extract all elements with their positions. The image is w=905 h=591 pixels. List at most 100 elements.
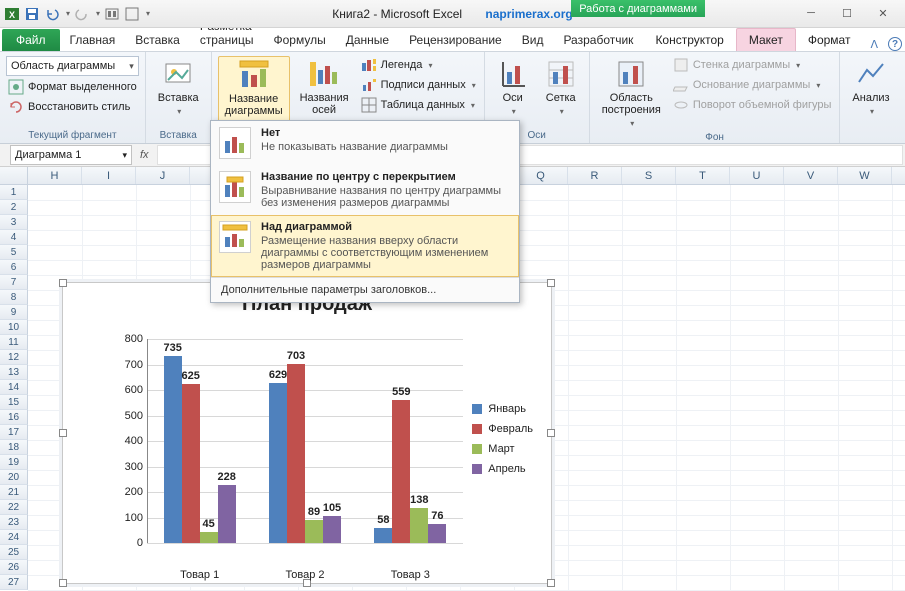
column-header[interactable]: J [136, 167, 190, 184]
row-header[interactable]: 13 [0, 365, 28, 380]
row-header[interactable]: 5 [0, 245, 28, 260]
name-box[interactable]: Диаграмма 1▾ [10, 145, 132, 165]
tab-insert[interactable]: Вставка [125, 29, 190, 51]
row-header[interactable]: 7 [0, 275, 28, 290]
chart-bar[interactable] [269, 383, 287, 543]
chart-resize-handle[interactable] [547, 279, 555, 287]
row-header[interactable]: 20 [0, 470, 28, 485]
row-header[interactable]: 8 [0, 290, 28, 305]
legend-button[interactable]: Легенда▾ [359, 56, 478, 74]
legend-item[interactable]: Апрель [472, 463, 533, 475]
axes-button[interactable]: Оси▾ [491, 56, 535, 120]
chart-bar[interactable] [374, 528, 392, 543]
row-header[interactable]: 26 [0, 560, 28, 575]
tab-design[interactable]: Конструктор [643, 29, 735, 51]
row-header[interactable]: 23 [0, 515, 28, 530]
plot-area-button[interactable]: Область построения▾ [596, 56, 667, 132]
tab-data[interactable]: Данные [336, 29, 399, 51]
chart-bar[interactable] [200, 532, 218, 543]
chart-bar[interactable] [323, 516, 341, 543]
chart-bar[interactable] [428, 524, 446, 543]
redo-icon[interactable] [74, 6, 90, 22]
column-header[interactable]: W [838, 167, 892, 184]
tab-file[interactable]: Файл [2, 29, 60, 51]
chart-bar[interactable] [410, 508, 428, 543]
row-header[interactable]: 9 [0, 305, 28, 320]
redo-dropdown-icon[interactable]: ▾ [96, 9, 100, 18]
row-header[interactable]: 1 [0, 185, 28, 200]
row-header[interactable]: 12 [0, 350, 28, 365]
chart-resize-handle[interactable] [547, 429, 555, 437]
legend-item[interactable]: Март [472, 443, 533, 455]
chart-resize-handle[interactable] [547, 579, 555, 587]
chart-resize-handle[interactable] [59, 579, 67, 587]
row-header[interactable]: 4 [0, 230, 28, 245]
format-selection-button[interactable]: Формат выделенного [6, 78, 139, 96]
tab-review[interactable]: Рецензирование [399, 29, 512, 51]
tab-format[interactable]: Формат [796, 29, 863, 51]
dropdown-option-above[interactable]: Над диаграммойРазмещение названия вверху… [211, 215, 519, 277]
fx-icon[interactable]: fx [140, 149, 149, 161]
legend-item[interactable]: Февраль [472, 423, 533, 435]
dropdown-more-options[interactable]: Дополнительные параметры заголовков... [211, 277, 519, 302]
row-header[interactable]: 18 [0, 440, 28, 455]
row-header[interactable]: 25 [0, 545, 28, 560]
dropdown-option-none[interactable]: НетНе показывать название диаграммы [211, 121, 519, 165]
column-header[interactable]: R [568, 167, 622, 184]
undo-icon[interactable] [44, 6, 60, 22]
row-header[interactable]: 6 [0, 260, 28, 275]
data-table-button[interactable]: Таблица данных▾ [359, 96, 478, 114]
column-header[interactable]: U [730, 167, 784, 184]
chart-bar[interactable] [182, 384, 200, 543]
embedded-chart[interactable]: План продаж 0100200300400500600700800735… [62, 282, 552, 584]
minimize-button[interactable]: ─ [799, 7, 823, 20]
column-header[interactable]: I [82, 167, 136, 184]
help-icon[interactable]: ? [888, 37, 902, 51]
column-header[interactable]: Q [514, 167, 568, 184]
chart-bar[interactable] [287, 364, 305, 543]
properties-button[interactable]: Свойства [900, 56, 905, 106]
column-header[interactable]: T [676, 167, 730, 184]
qat-icon-2[interactable] [124, 6, 140, 22]
tab-developer[interactable]: Разработчик [553, 29, 643, 51]
reset-style-button[interactable]: Восстановить стиль [6, 98, 139, 116]
tab-formulas[interactable]: Формулы [263, 29, 335, 51]
row-header[interactable]: 2 [0, 200, 28, 215]
row-header[interactable]: 27 [0, 575, 28, 590]
undo-dropdown-icon[interactable]: ▾ [66, 9, 70, 18]
row-header[interactable]: 3 [0, 215, 28, 230]
tab-home[interactable]: Главная [60, 29, 126, 51]
tab-view[interactable]: Вид [512, 29, 554, 51]
row-header[interactable]: 24 [0, 530, 28, 545]
select-all-corner[interactable] [0, 167, 28, 184]
dropdown-option-overlay[interactable]: Название по центру с перекрытиемВыравнив… [211, 165, 519, 215]
maximize-button[interactable]: ☐ [835, 7, 859, 20]
chart-bar[interactable] [305, 520, 323, 543]
qat-customize-icon[interactable]: ▾ [146, 9, 150, 18]
row-header[interactable]: 17 [0, 425, 28, 440]
row-header[interactable]: 14 [0, 380, 28, 395]
column-header[interactable]: S [622, 167, 676, 184]
column-header[interactable]: V [784, 167, 838, 184]
legend-item[interactable]: Январь [472, 403, 533, 415]
row-header[interactable]: 16 [0, 410, 28, 425]
chart-resize-handle[interactable] [59, 429, 67, 437]
save-icon[interactable] [24, 6, 40, 22]
row-header[interactable]: 10 [0, 320, 28, 335]
column-header[interactable]: H [28, 167, 82, 184]
chart-resize-handle[interactable] [59, 279, 67, 287]
chart-element-combo[interactable]: Область диаграммы▾ [6, 56, 139, 76]
chart-bar[interactable] [392, 400, 410, 543]
row-header[interactable]: 15 [0, 395, 28, 410]
chart-plot-area[interactable]: 010020030040050060070080073562545228Това… [103, 333, 463, 563]
gridlines-button[interactable]: Сетка▾ [539, 56, 583, 120]
chart-bar[interactable] [164, 356, 182, 543]
close-button[interactable]: ✕ [871, 7, 895, 20]
qat-icon-1[interactable] [104, 6, 120, 22]
tab-layout[interactable]: Макет [736, 28, 796, 51]
row-header[interactable]: 21 [0, 485, 28, 500]
chart-bar[interactable] [218, 485, 236, 543]
data-labels-button[interactable]: Подписи данных▾ [359, 76, 478, 94]
row-header[interactable]: 11 [0, 335, 28, 350]
insert-button[interactable]: Вставка▾ [152, 56, 205, 120]
